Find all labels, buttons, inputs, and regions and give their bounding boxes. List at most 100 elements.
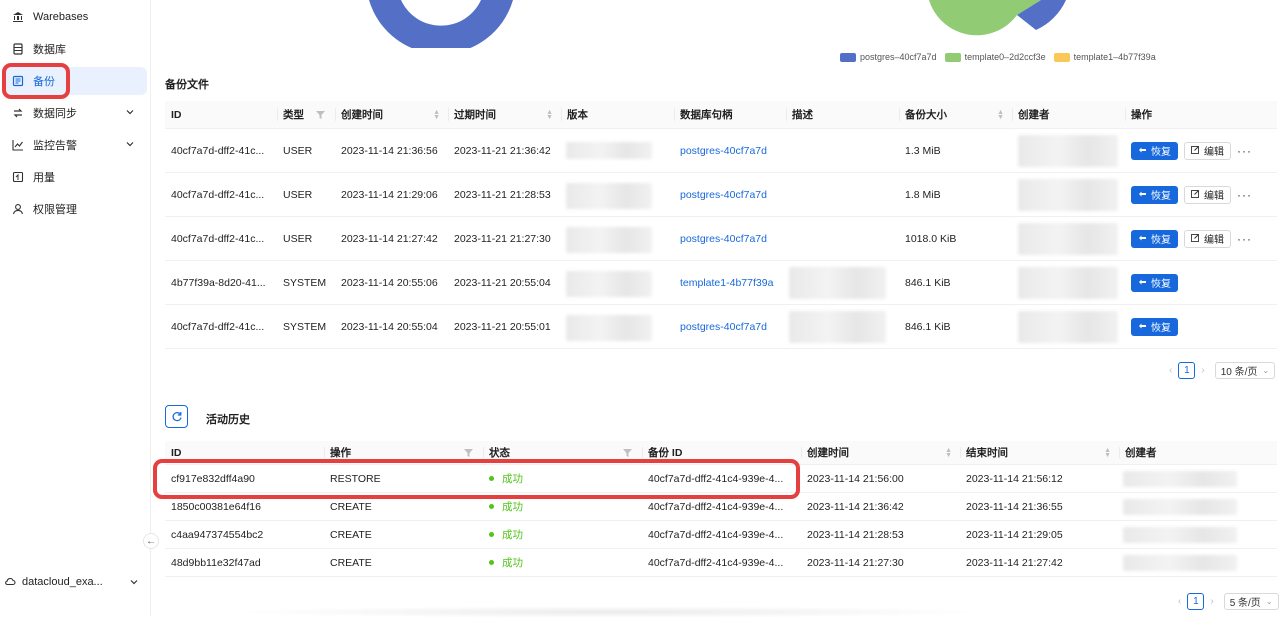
redacted-version	[566, 142, 652, 159]
sidebar-item-monitoring[interactable]: 监控告警	[4, 131, 147, 159]
prev-page-icon[interactable]: ‹	[1169, 365, 1172, 376]
database-handle-link[interactable]: postgres-40cf7a7d	[674, 129, 786, 172]
redacted-version	[566, 227, 652, 253]
legend-item[interactable]: postgres–40cf7a7d	[840, 52, 937, 62]
sidebar-item-warebases[interactable]: Warebases	[4, 3, 147, 31]
next-page-icon[interactable]: ›	[1201, 365, 1204, 376]
activity-table: ID 操作 状态 备份 ID 创建时间 ▲ ▼ 结束时间 ▲ ▼ 创建者 cf917e8…	[165, 441, 1277, 581]
column-header: 操作	[324, 441, 483, 464]
redacted-creator	[1018, 311, 1118, 343]
database-icon	[12, 43, 24, 55]
filter-icon[interactable]	[623, 448, 632, 457]
expire-time: 2023-11-21 20:55:01	[454, 320, 551, 333]
redacted-creator	[1018, 179, 1118, 211]
backup-id: 40cf7a7d-dff2-41c...	[171, 320, 265, 333]
edit-button[interactable]: 编辑	[1184, 229, 1231, 248]
restore-button[interactable]: 恢复	[1131, 229, 1178, 248]
legend-label: template1–4b77f39a	[1073, 52, 1156, 62]
column-header: 创建者	[1012, 101, 1125, 128]
backup-files-table: ID 类型 创建时间 ▲ ▼ 过期时间 ▲ ▼ 版本 数据库句柄 描述 备份大小 ▲ ▼ 创…	[165, 101, 1277, 351]
backup-type: USER	[283, 144, 313, 157]
status-dot	[489, 476, 494, 481]
column-header: 操作	[1125, 101, 1277, 128]
legend-item[interactable]: template1–4b77f39a	[1053, 52, 1156, 62]
page-number[interactable]: 1	[1187, 593, 1205, 610]
database-handle-link[interactable]: postgres-40cf7a7d	[674, 305, 786, 348]
database-handle-link[interactable]: template1-4b77f39a	[674, 261, 786, 304]
created-time: 2023-11-14 21:36:42	[807, 500, 904, 513]
column-header[interactable]: 创建时间 ▲ ▼	[335, 101, 448, 128]
end-time: 2023-11-14 21:27:42	[966, 556, 1063, 569]
legend-label: postgres–40cf7a7d	[860, 52, 937, 62]
column-header: 创建者	[1119, 441, 1277, 464]
restore-button[interactable]: 恢复	[1131, 317, 1178, 336]
database-handle-link[interactable]: postgres-40cf7a7d	[674, 217, 786, 260]
column-header[interactable]: 过期时间 ▲ ▼	[448, 101, 561, 128]
restore-button[interactable]: 恢复	[1131, 185, 1178, 204]
chevron-down-icon	[126, 142, 134, 147]
sidebar-item-label: Warebases	[33, 11, 89, 23]
restore-icon	[1138, 189, 1147, 201]
prev-page-icon[interactable]: ‹	[1178, 596, 1181, 607]
backup-type: USER	[283, 188, 313, 201]
sidebar-item-data-sync[interactable]: 数据同步	[4, 99, 147, 127]
more-actions-icon[interactable]: ···	[1237, 144, 1252, 158]
backup-pagination: ‹ 1 › 10 条/页 ⌄	[1163, 362, 1276, 379]
table-row: 40cf7a7d-dff2-41c... SYSTEM 2023-11-14 2…	[165, 305, 1277, 349]
restore-icon	[1138, 233, 1147, 245]
restore-icon	[1138, 145, 1147, 157]
status-dot	[489, 560, 494, 565]
edit-button[interactable]: 编辑	[1184, 185, 1231, 204]
page-number[interactable]: 1	[1178, 362, 1196, 379]
status-dot	[489, 532, 494, 537]
table-row: 48d9bb11e32f47ad CREATE 成功 40cf7a7d-dff2…	[165, 549, 1277, 577]
sidebar-item-usage[interactable]: 用量	[4, 163, 147, 191]
column-header: ID	[171, 446, 182, 459]
sort-icon: ▲ ▼	[945, 446, 952, 459]
column-header[interactable]: 创建时间 ▲ ▼	[801, 441, 960, 464]
column-header: ID	[171, 108, 182, 121]
more-actions-icon[interactable]: ···	[1237, 188, 1252, 202]
backup-type: USER	[283, 232, 313, 245]
column-header[interactable]: 结束时间 ▲ ▼	[960, 441, 1119, 464]
workspace-selector[interactable]: datacloud_exa...	[2, 570, 147, 594]
sidebar: Warebases 数据库 备份 数据同步 监控告警 用量 权限管理 datac…	[0, 0, 151, 616]
column-header[interactable]: 备份大小 ▲ ▼	[899, 101, 1012, 128]
table-header: ID 操作 状态 备份 ID 创建时间 ▲ ▼ 结束时间 ▲ ▼ 创建者	[165, 441, 1277, 465]
next-page-icon[interactable]: ›	[1210, 596, 1213, 607]
sidebar-item-database[interactable]: 数据库	[4, 35, 147, 63]
expire-time: 2023-11-21 20:55:04	[454, 276, 551, 289]
page-size-select[interactable]: 5 条/页 ⌄	[1223, 593, 1279, 610]
sidebar-item-label: 权限管理	[33, 204, 77, 216]
table-row: cf917e832dff4a90 RESTORE 成功 40cf7a7d-dff…	[165, 465, 1277, 493]
created-time: 2023-11-14 21:29:06	[341, 188, 438, 201]
sidebar-item-label: 备份	[33, 76, 55, 88]
column-header: 状态	[483, 441, 642, 464]
filter-icon[interactable]	[316, 110, 325, 119]
status-dot	[489, 504, 494, 509]
backup-id: 40cf7a7d-dff2-41c...	[171, 188, 265, 201]
sidebar-item-permissions[interactable]: 权限管理	[4, 195, 147, 223]
chart-legend: postgres–40cf7a7d template0–2d2ccf3e tem…	[840, 52, 1156, 62]
database-handle-link[interactable]: postgres-40cf7a7d	[674, 173, 786, 216]
donut-charts	[369, 0, 1066, 48]
activity-status: 成功	[483, 465, 642, 492]
end-time: 2023-11-14 21:56:12	[966, 472, 1063, 485]
sidebar-item-label: 监控告警	[33, 140, 77, 152]
donut-slice-postgres	[369, 0, 513, 48]
edit-button[interactable]: 编辑	[1184, 141, 1231, 160]
sidebar-item-backup[interactable]: 备份	[4, 67, 147, 95]
legend-item[interactable]: template0–2d2ccf3e	[944, 52, 1046, 62]
backup-id: 4b77f39a-8d20-41...	[171, 276, 266, 289]
more-actions-icon[interactable]: ···	[1237, 232, 1252, 246]
cloud-icon	[4, 575, 16, 590]
filter-icon[interactable]	[464, 448, 473, 457]
sort-icon: ▲ ▼	[546, 108, 553, 121]
created-time: 2023-11-14 21:28:53	[807, 528, 904, 541]
page-size-select[interactable]: 10 条/页 ⌄	[1214, 362, 1276, 379]
refresh-button[interactable]	[165, 405, 188, 428]
redacted-creator	[1018, 135, 1118, 167]
restore-button[interactable]: 恢复	[1131, 273, 1178, 292]
restore-button[interactable]: 恢复	[1131, 141, 1178, 160]
redacted-version	[566, 271, 652, 297]
